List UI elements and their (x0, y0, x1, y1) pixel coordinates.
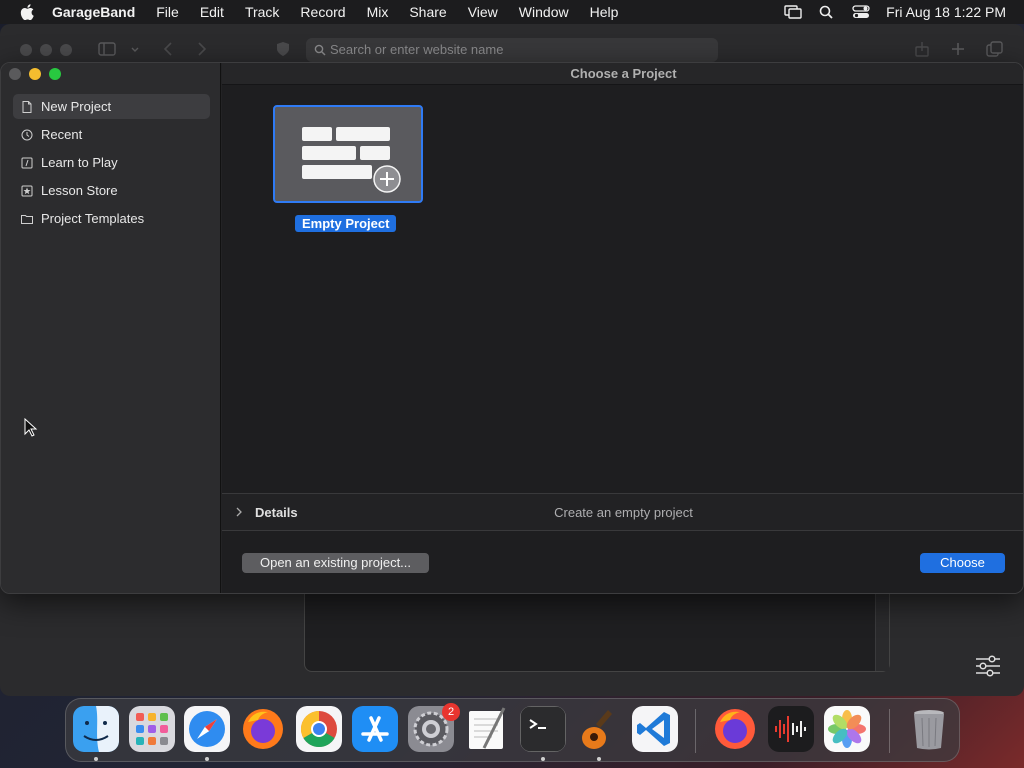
new-tab-icon[interactable] (949, 41, 967, 57)
details-bar: Create an empty project Details (222, 493, 1023, 531)
menu-view[interactable]: View (468, 4, 498, 20)
menu-edit[interactable]: Edit (200, 4, 224, 20)
share-icon[interactable] (913, 41, 931, 57)
sidebar-toggle-icon[interactable] (98, 41, 116, 57)
status-area: Fri Aug 18 1:22 PM (768, 0, 1006, 24)
dock: 2 (65, 698, 960, 762)
menu-file[interactable]: File (156, 4, 179, 20)
voice-memos-icon[interactable] (768, 706, 814, 752)
spotlight-search-icon[interactable] (818, 5, 836, 19)
notification-badge: 2 (442, 703, 460, 721)
garageband-icon[interactable] (576, 706, 622, 752)
empty-project-tile[interactable] (273, 105, 423, 203)
running-indicator (541, 757, 545, 761)
details-toggle[interactable]: Details (255, 505, 298, 520)
window-minimize-button[interactable] (29, 68, 41, 80)
sidebar-item-label: New Project (41, 99, 112, 114)
sidebar-item-label: Lesson Store (41, 183, 118, 198)
trash-icon[interactable] (906, 706, 952, 752)
tab-overview-icon[interactable] (986, 41, 1004, 57)
mouse-cursor-icon (24, 418, 38, 437)
sidebar-item-new-project[interactable]: New Project (13, 94, 210, 119)
safari-icon[interactable] (184, 706, 230, 752)
running-indicator (94, 757, 98, 761)
document-icon (22, 100, 32, 113)
music-note-icon (21, 157, 33, 168)
clock-icon (21, 129, 33, 140)
sidebar-item-label: Recent (41, 127, 83, 142)
forward-arrow-icon[interactable] (196, 41, 208, 57)
folder-icon (21, 214, 33, 224)
menu-track[interactable]: Track (245, 4, 279, 20)
finder-icon[interactable] (73, 706, 119, 752)
terminal-icon[interactable] (520, 706, 566, 752)
address-placeholder: Search or enter website name (330, 42, 504, 57)
chevron-down-icon[interactable] (130, 41, 140, 57)
vscode-icon[interactable] (632, 706, 678, 752)
running-indicator (597, 757, 601, 761)
dock-separator (695, 709, 696, 753)
sidebar-item-lesson-store[interactable]: Lesson Store (13, 178, 210, 203)
firefox-dev-icon[interactable] (712, 706, 758, 752)
control-center-icon[interactable] (852, 5, 870, 19)
chrome-icon[interactable] (296, 706, 342, 752)
running-indicator (205, 757, 209, 761)
menu-clock[interactable]: Fri Aug 18 1:22 PM (886, 4, 1006, 20)
firefox-icon[interactable] (240, 706, 286, 752)
window-close-button[interactable] (9, 68, 21, 80)
project-sidebar: New Project Recent Learn to Play Lesson … (1, 63, 221, 593)
menu-app-name[interactable]: GarageBand (52, 4, 135, 20)
back-arrow-icon[interactable] (162, 41, 174, 57)
choose-button[interactable]: Choose (920, 553, 1005, 573)
open-existing-project-button[interactable]: Open an existing project... (242, 553, 429, 573)
sidebar-item-label: Project Templates (41, 211, 145, 226)
menu-mix[interactable]: Mix (367, 4, 389, 20)
photos-icon[interactable] (824, 706, 870, 752)
browser-zoom-light[interactable] (60, 44, 72, 56)
browser-close-light[interactable] (20, 44, 32, 56)
apple-logo-icon[interactable] (20, 4, 34, 20)
choose-project-dialog: New Project Recent Learn to Play Lesson … (0, 62, 1024, 594)
window-zoom-button[interactable] (49, 68, 61, 80)
textedit-icon[interactable] (464, 706, 510, 752)
browser-minimize-light[interactable] (40, 44, 52, 56)
privacy-shield-icon[interactable] (276, 41, 290, 57)
dock-separator (889, 709, 890, 753)
empty-project-label[interactable]: Empty Project (295, 215, 397, 232)
browser-address-bar[interactable]: Search or enter website name (306, 38, 718, 62)
menu-bar: GarageBand File Edit Track Record Mix Sh… (0, 0, 1024, 24)
details-description: Create an empty project (554, 505, 693, 520)
search-icon (314, 44, 326, 56)
sidebar-item-label: Learn to Play (41, 155, 118, 170)
sidebar-item-recent[interactable]: Recent (13, 122, 210, 147)
dialog-title: Choose a Project (222, 63, 1023, 85)
browser-scrollbar[interactable] (875, 592, 889, 671)
menu-record[interactable]: Record (300, 4, 345, 20)
empty-project-icon (302, 127, 402, 194)
star-icon (21, 185, 33, 196)
app-store-icon[interactable] (352, 706, 398, 752)
sliders-icon[interactable] (974, 654, 1002, 678)
menu-help[interactable]: Help (590, 4, 619, 20)
sidebar-item-project-templates[interactable]: Project Templates (13, 206, 210, 231)
menu-window[interactable]: Window (519, 4, 569, 20)
browser-toolbar: Search or enter website name (0, 24, 1024, 64)
browser-content-panel (304, 592, 890, 672)
screen-mirroring-icon[interactable] (784, 5, 802, 19)
sidebar-item-learn-to-play[interactable]: Learn to Play (13, 150, 210, 175)
launchpad-icon[interactable] (129, 706, 175, 752)
menu-share[interactable]: Share (409, 4, 446, 20)
project-main-area: Choose a Project Empty Project Create an… (222, 63, 1023, 593)
